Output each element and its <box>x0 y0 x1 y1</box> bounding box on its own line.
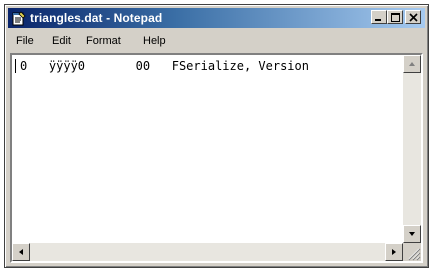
maximize-icon <box>391 13 400 22</box>
arrow-left-icon <box>19 249 23 255</box>
menu-format[interactable]: Format <box>86 34 121 48</box>
scroll-down-button[interactable] <box>403 225 421 243</box>
text-caret <box>15 59 16 73</box>
minimize-button[interactable] <box>371 10 387 24</box>
minimize-icon <box>375 19 381 21</box>
menu-help[interactable]: Help <box>143 34 166 48</box>
menu-file[interactable]: File <box>16 34 34 48</box>
editor-pane: 0 ÿÿÿÿ0 00 FSerialize, Version <box>10 53 423 263</box>
close-button[interactable] <box>405 10 421 24</box>
title-bar[interactable]: triangles.dat - Notepad <box>8 8 425 28</box>
horizontal-scrollbar[interactable] <box>12 243 403 261</box>
notepad-window: triangles.dat - Notepad File Edit Format… <box>4 4 429 268</box>
resize-grip-icon <box>408 248 421 261</box>
vertical-scrollbar[interactable] <box>403 55 421 243</box>
scroll-right-button[interactable] <box>385 243 403 261</box>
resize-grip[interactable] <box>403 243 421 261</box>
maximize-button[interactable] <box>387 10 403 24</box>
file-content-line: 0 ÿÿÿÿ0 00 FSerialize, Version <box>20 59 309 73</box>
close-icon <box>409 13 418 22</box>
arrow-up-icon <box>409 62 415 66</box>
arrow-right-icon <box>392 249 396 255</box>
window-title: triangles.dat - Notepad <box>30 11 163 25</box>
menu-bar: File Edit Format Help <box>8 31 425 51</box>
scroll-up-button[interactable] <box>403 55 421 73</box>
arrow-down-icon <box>409 232 415 236</box>
text-area[interactable]: 0 ÿÿÿÿ0 00 FSerialize, Version <box>12 55 403 243</box>
notepad-app-icon[interactable] <box>11 10 27 26</box>
menu-edit[interactable]: Edit <box>52 34 71 48</box>
scroll-left-button[interactable] <box>12 243 30 261</box>
